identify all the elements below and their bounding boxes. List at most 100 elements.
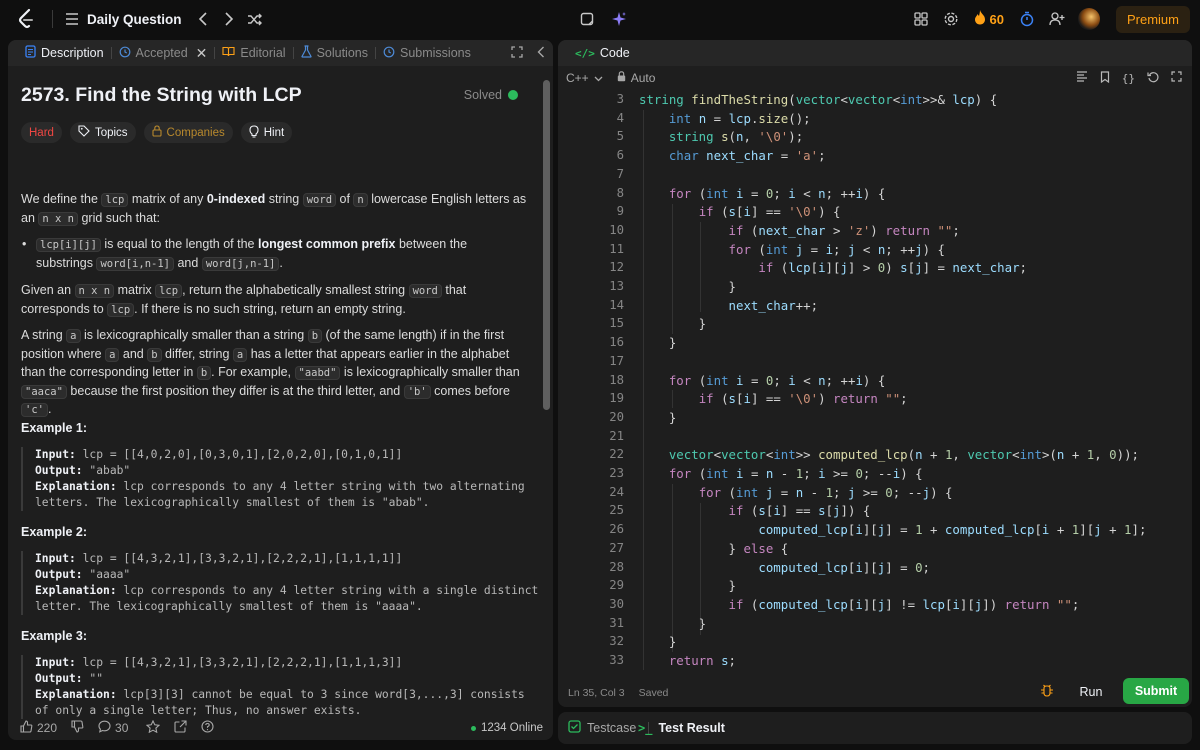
line-number: 27 bbox=[609, 540, 624, 555]
line-number: 13 bbox=[609, 279, 624, 293]
comment-count: 30 bbox=[115, 721, 129, 735]
solved-label: Solved bbox=[463, 88, 502, 102]
chevron-right-icon[interactable] bbox=[216, 6, 242, 32]
chevron-left-icon[interactable] bbox=[190, 6, 216, 32]
topics-button[interactable]: Topics bbox=[69, 122, 136, 143]
comments-button[interactable]: 30 bbox=[98, 720, 128, 736]
question-circle-icon bbox=[201, 720, 214, 736]
fullscreen-icon[interactable] bbox=[1171, 71, 1182, 85]
share-button[interactable] bbox=[174, 720, 187, 736]
tab-submissions[interactable]: Submissions bbox=[376, 40, 478, 66]
timer-icon[interactable] bbox=[1014, 6, 1040, 32]
settings-gear-icon[interactable] bbox=[938, 6, 964, 32]
notes-icon[interactable] bbox=[574, 6, 600, 32]
line-number: 4 bbox=[616, 110, 624, 125]
collapse-chevron-icon[interactable] bbox=[537, 46, 545, 61]
book-icon bbox=[222, 46, 235, 60]
problem-meta-row: Hard Topics Companies Hint bbox=[21, 122, 293, 143]
braces-icon[interactable]: {} bbox=[1122, 72, 1135, 85]
line-number: 21 bbox=[609, 428, 624, 443]
line-number: 32 bbox=[609, 634, 624, 649]
description-scrollbar[interactable] bbox=[543, 80, 550, 410]
streak-count: 60 bbox=[989, 11, 1004, 27]
leetcode-logo-icon[interactable] bbox=[14, 7, 38, 31]
favorite-button[interactable] bbox=[146, 719, 161, 736]
tab-testcase[interactable]: Testcase bbox=[568, 712, 636, 744]
submit-button[interactable]: Submit bbox=[1123, 678, 1189, 704]
left-tab-bar: Description Accepted ✕ Editorial Solutio… bbox=[8, 40, 553, 66]
share-icon bbox=[174, 720, 187, 736]
close-tab-icon[interactable]: ✕ bbox=[196, 45, 208, 62]
streak-counter[interactable]: 60 bbox=[974, 10, 1004, 28]
tab-code[interactable]: </> Code bbox=[568, 40, 637, 66]
line-number: 30 bbox=[609, 596, 624, 611]
language-label: C++ bbox=[566, 71, 589, 85]
line-number: 20 bbox=[609, 409, 624, 424]
tab-description[interactable]: Description bbox=[18, 40, 111, 66]
line-number: 22 bbox=[609, 447, 624, 462]
reset-code-icon[interactable] bbox=[1147, 71, 1159, 86]
line-number: 31 bbox=[609, 615, 624, 630]
star-icon bbox=[146, 719, 161, 736]
debugger-icon[interactable] bbox=[1040, 684, 1054, 701]
tab-solutions[interactable]: Solutions bbox=[294, 40, 375, 66]
tab-test-result-label: Test Result bbox=[658, 721, 725, 735]
tab-accepted[interactable]: Accepted ✕ bbox=[112, 40, 215, 66]
companies-label: Companies bbox=[166, 126, 225, 139]
layout-grid-icon[interactable] bbox=[908, 6, 934, 32]
line-number: 33 bbox=[609, 653, 624, 667]
tab-editorial[interactable]: Editorial bbox=[215, 40, 292, 66]
daily-question-link[interactable]: Daily Question bbox=[87, 12, 182, 27]
line-number: 3 bbox=[616, 92, 624, 106]
format-code-icon[interactable] bbox=[1076, 71, 1088, 85]
problem-description: 2573. Find the String with LCP Solved Ha… bbox=[8, 66, 544, 719]
document-icon bbox=[25, 45, 36, 61]
companies-button[interactable]: Companies bbox=[143, 122, 233, 143]
user-avatar[interactable] bbox=[1077, 8, 1100, 30]
flask-icon bbox=[300, 45, 312, 61]
maximize-icon[interactable] bbox=[511, 45, 523, 61]
line-number: 8 bbox=[616, 185, 624, 200]
autosave-indicator[interactable]: Auto bbox=[617, 71, 655, 85]
online-dot-icon bbox=[470, 725, 476, 731]
example-2-title: Example 2: bbox=[21, 525, 88, 539]
hint-label: Hint bbox=[263, 126, 285, 139]
hint-button[interactable]: Hint bbox=[240, 122, 293, 143]
topics-label: Topics bbox=[94, 126, 128, 139]
solved-check-icon bbox=[508, 90, 518, 100]
tab-accepted-label: Accepted bbox=[135, 46, 188, 60]
lock-icon bbox=[151, 125, 162, 140]
thumbs-down-icon bbox=[71, 720, 84, 736]
run-button[interactable]: Run bbox=[1072, 680, 1110, 704]
line-number: 23 bbox=[609, 466, 624, 480]
like-button[interactable]: 220 bbox=[20, 720, 57, 736]
example-1-block: Input: lcp = [[4,0,2,0],[0,3,0,1],[2,0,2… bbox=[21, 447, 526, 511]
add-friend-icon[interactable] bbox=[1044, 6, 1070, 32]
bookmark-icon[interactable] bbox=[1100, 70, 1110, 86]
line-number: 29 bbox=[609, 578, 624, 593]
line-number: 26 bbox=[609, 522, 624, 537]
line-number: 7 bbox=[616, 166, 624, 181]
tab-submissions-label: Submissions bbox=[400, 46, 471, 60]
dislike-button[interactable] bbox=[71, 720, 84, 736]
shuffle-icon[interactable] bbox=[242, 6, 268, 32]
example-3-block: Input: lcp = [[4,3,2,1],[3,3,2,1],[2,2,2… bbox=[21, 655, 526, 719]
tab-test-result[interactable]: >_ Test Result bbox=[638, 712, 725, 744]
line-number: 24 bbox=[609, 484, 624, 499]
language-select[interactable]: C++ bbox=[566, 71, 603, 85]
problem-list-icon[interactable] bbox=[65, 6, 79, 32]
line-number: 18 bbox=[609, 372, 624, 387]
code-panel: </> Code C++ Auto {} 3 4 5 6 7 8 9 10 11… bbox=[558, 40, 1192, 707]
code-brackets-icon: </> bbox=[575, 46, 595, 60]
line-number: 17 bbox=[609, 353, 624, 368]
online-status: 1234 Online bbox=[470, 716, 543, 740]
line-number: 16 bbox=[609, 335, 624, 350]
code-editor[interactable]: string findTheString(vector<vector<int>>… bbox=[639, 92, 1184, 672]
ai-sparkle-icon[interactable] bbox=[606, 6, 632, 32]
example-2-block: Input: lcp = [[4,3,2,1],[3,3,2,1],[2,2,2… bbox=[21, 551, 538, 615]
statement-bullet-1: • lcp[i][j] is equal to the length of the… bbox=[22, 237, 468, 271]
help-button[interactable] bbox=[201, 720, 214, 736]
like-count: 220 bbox=[37, 721, 58, 735]
comment-icon bbox=[98, 720, 111, 736]
premium-button[interactable]: Premium bbox=[1115, 5, 1190, 33]
